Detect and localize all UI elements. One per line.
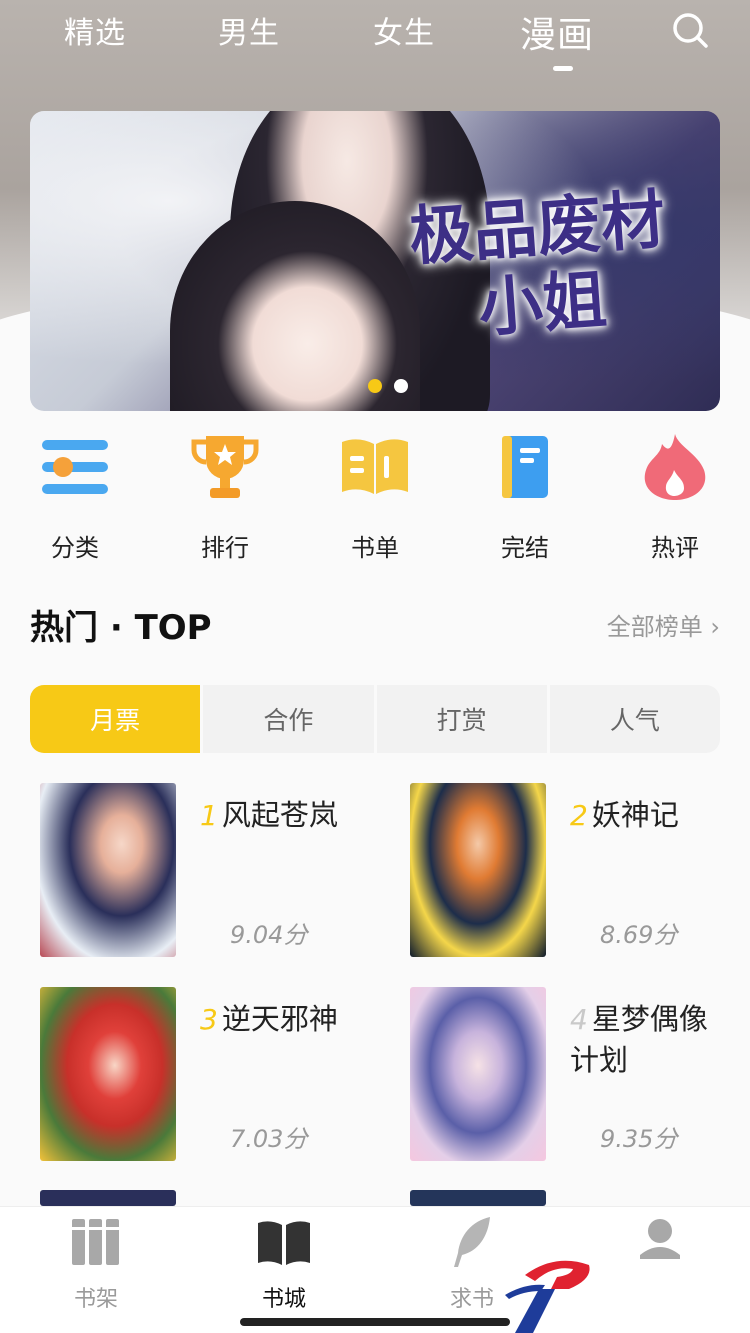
book-rank: 1 (200, 799, 218, 832)
user-icon (640, 1219, 680, 1259)
book-title: 2 妖神记 (570, 795, 720, 836)
book-cover (410, 987, 546, 1161)
tab-female[interactable]: 女生 (373, 8, 435, 52)
tab-bookshelf-label: 书架 (73, 1287, 118, 1312)
book-cover (40, 783, 176, 957)
bottom-tab-bar: 书架 书城 求书 (0, 1206, 750, 1333)
top-nav: 精选 男生 女生 漫画 (0, 0, 750, 90)
watermark-logo (505, 1260, 590, 1333)
ranking-button[interactable]: 排行 (170, 430, 280, 563)
tab-featured[interactable]: 精选 (64, 8, 126, 52)
book-name: 风起苍岚 (221, 798, 338, 832)
segment-tip[interactable]: 打赏 (377, 685, 550, 753)
book-cover (40, 987, 176, 1161)
all-rankings-label: 全部榜单 (606, 613, 703, 641)
book-rank: 2 (570, 799, 588, 832)
carousel-dot-1[interactable] (368, 379, 382, 393)
banner-carousel[interactable]: 极品废材 小姐 (30, 111, 720, 411)
carousel-dot-2[interactable] (394, 379, 408, 393)
book-name: 星梦偶像计划 (570, 1002, 708, 1077)
segment-monthly-ticket[interactable]: 月票 (30, 685, 204, 753)
completed-label: 完结 (501, 534, 549, 562)
category-button[interactable]: 分类 (20, 430, 130, 563)
hot-review-label: 热评 (651, 534, 699, 562)
book-score: 9.35分 (600, 1125, 678, 1153)
book-list-icon (342, 439, 408, 494)
flame-icon (644, 434, 706, 500)
book-name: 逆天邪神 (221, 1002, 338, 1036)
all-rankings-link[interactable]: 全部榜单 › (607, 607, 720, 642)
completed-button[interactable]: 完结 (470, 430, 580, 563)
banner-title: 极品废材 小姐 (385, 181, 695, 354)
book-item[interactable]: 3 逆天邪神 7.03分 (40, 987, 380, 1167)
book-item[interactable]: 1 风起苍岚 9.04分 (40, 783, 380, 963)
book-score: 7.03分 (230, 1125, 308, 1153)
book-score: 9.04分 (230, 921, 308, 949)
home-indicator (240, 1318, 510, 1326)
search-icon[interactable] (672, 12, 708, 48)
book-title: 3 逆天邪神 (200, 999, 350, 1040)
book-item[interactable]: 2 妖神记 8.69分 (410, 783, 750, 963)
book-name: 妖神记 (591, 798, 679, 832)
active-tab-indicator (553, 66, 573, 71)
bookshelf-icon (72, 1219, 119, 1265)
carousel-dots (368, 379, 408, 393)
category-icon (42, 440, 108, 494)
book-rank: 4 (570, 1003, 588, 1036)
tab-male[interactable]: 男生 (218, 8, 280, 52)
book-cover (410, 783, 546, 957)
completed-book-icon (502, 436, 548, 498)
book-rank: 3 (200, 1003, 218, 1036)
book-title: 4 星梦偶像计划 (570, 999, 720, 1080)
booklist-button[interactable]: 书单 (320, 430, 430, 563)
feather-icon (454, 1217, 490, 1267)
tab-bookstore[interactable]: 书城 (224, 1215, 344, 1313)
book-score: 8.69分 (600, 921, 678, 949)
category-shortcuts: 分类 排行 书单 完结 热评 (0, 430, 750, 563)
booklist-label: 书单 (351, 534, 399, 562)
tab-profile[interactable] (600, 1215, 720, 1281)
trophy-icon (191, 436, 259, 498)
ranking-segmented-control: 月票 合作 打赏 人气 (30, 685, 720, 753)
book-item[interactable]: 4 星梦偶像计划 9.35分 (410, 987, 750, 1167)
section-title: 热门 · TOP (30, 608, 212, 648)
chevron-right-icon: › (710, 613, 720, 641)
book-cover-partial (40, 1190, 176, 1206)
book-cover-partial (410, 1190, 546, 1206)
tab-comics[interactable]: 漫画 (520, 6, 594, 58)
book-title: 1 风起苍岚 (200, 795, 350, 836)
tab-bookstore-label: 书城 (261, 1287, 306, 1312)
category-label: 分类 (51, 534, 99, 562)
segment-popularity[interactable]: 人气 (550, 685, 720, 753)
open-book-icon (258, 1221, 310, 1265)
ranking-label: 排行 (201, 534, 249, 562)
tab-bookshelf[interactable]: 书架 (36, 1215, 156, 1313)
hot-review-button[interactable]: 热评 (620, 430, 730, 563)
segment-cooperation[interactable]: 合作 (203, 685, 377, 753)
